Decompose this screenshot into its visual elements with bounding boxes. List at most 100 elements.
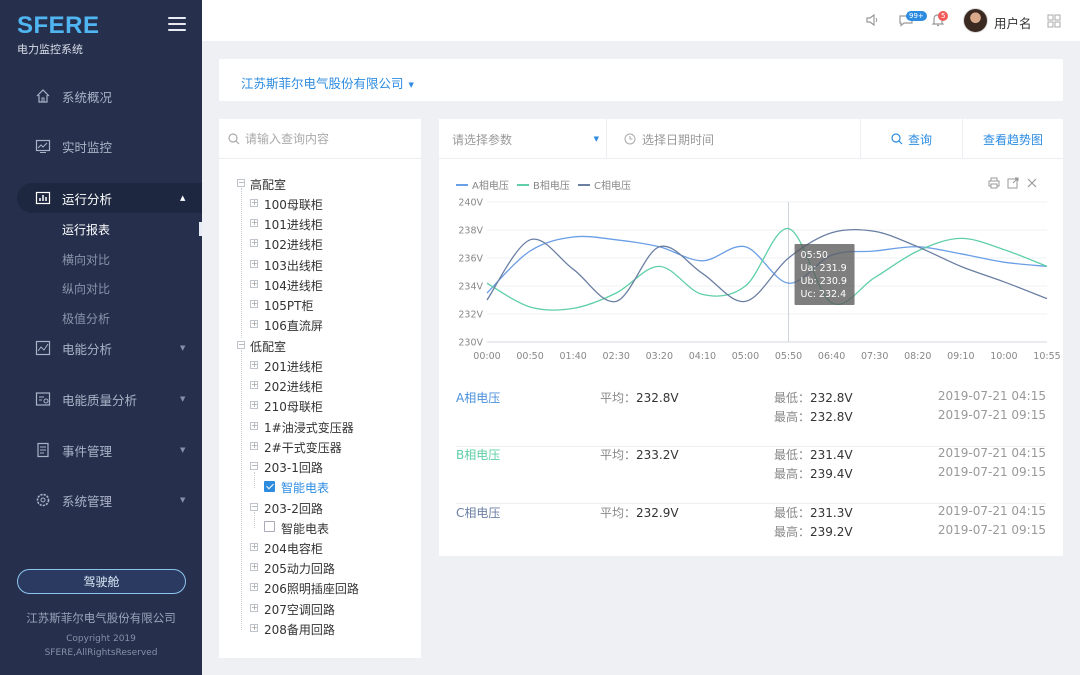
tree-node[interactable]: 210母联柜 [264, 398, 323, 415]
expand-icon[interactable]: + [250, 401, 258, 409]
stat-max: 最高：239.4V [774, 465, 853, 482]
tree-node[interactable]: 102进线柜 [264, 236, 323, 253]
stat-max-time: 2019-07-21 09:15 [937, 523, 1046, 537]
speaker-icon[interactable] [864, 12, 880, 28]
tree-node[interactable]: 103出线柜 [264, 257, 323, 274]
expand-icon[interactable]: + [250, 583, 258, 591]
legend-swatch [517, 183, 529, 186]
nav-item-system[interactable]: 系统管理 ▼ [0, 485, 202, 515]
expand-icon[interactable]: + [250, 422, 258, 430]
menu-toggle-icon[interactable] [168, 17, 186, 31]
tree-node[interactable]: 104进线柜 [264, 277, 323, 294]
stat-value: 239.4V [810, 467, 853, 481]
expand-icon[interactable]: + [250, 239, 258, 247]
expand-icon[interactable]: + [250, 199, 258, 207]
expand-icon[interactable]: + [250, 543, 258, 551]
subnav-horizontal[interactable]: 横向对比 [62, 251, 110, 268]
tree-node[interactable]: 100母联柜 [264, 196, 323, 213]
sidebar: SFERE 电力监控系统 系统概况 实时监控 运行分析 ▲ 运行报表 横向对比 … [0, 0, 202, 675]
expand-icon[interactable]: + [250, 260, 258, 268]
tree-node[interactable]: 203-1回路 [264, 459, 323, 476]
nav-item-realtime[interactable]: 实时监控 [0, 131, 202, 161]
subnav-extremes[interactable]: 极值分析 [62, 310, 110, 327]
nav-item-energy[interactable]: 电能分析 ▼ [0, 333, 202, 363]
tree-node[interactable]: 105PT柜 [264, 297, 313, 314]
collapse-icon[interactable]: − [250, 503, 258, 511]
trend-button[interactable]: 查看趋势图 [963, 119, 1063, 159]
tree-node[interactable]: 106直流屏 [264, 317, 323, 334]
trend-label: 查看趋势图 [982, 132, 1043, 147]
tree-node[interactable]: 203-2回路 [264, 500, 323, 517]
apps-grid-icon[interactable] [1046, 13, 1062, 29]
nav-item-overview[interactable]: 系统概况 [0, 81, 202, 111]
tree-leaf[interactable]: 智能电表 [281, 520, 329, 537]
cockpit-button[interactable]: 驾驶舱 [17, 569, 186, 594]
expand-icon[interactable]: + [250, 361, 258, 369]
tooltip-line: Ub: 230.9 [801, 276, 847, 287]
expand-icon[interactable]: + [250, 219, 258, 227]
close-icon[interactable] [1026, 177, 1038, 189]
x-tick-label: 03:20 [646, 351, 673, 362]
subnav-report[interactable]: 运行报表 [62, 221, 110, 238]
legend-swatch [456, 183, 468, 186]
tree-node[interactable]: 208备用回路 [264, 621, 335, 638]
stat-value: 232.8V [810, 410, 853, 424]
param-select[interactable]: 请选择参数 ▼ [439, 119, 607, 159]
avatar[interactable] [963, 8, 988, 33]
tree-node[interactable]: 101进线柜 [264, 216, 323, 233]
expand-icon[interactable]: + [250, 280, 258, 288]
tree-node[interactable]: 207空调回路 [264, 601, 335, 618]
stat-label: 平均： [600, 506, 637, 520]
collapse-icon[interactable]: − [237, 341, 245, 349]
tree-node[interactable]: 201进线柜 [264, 358, 323, 375]
tree-node[interactable]: 205动力回路 [264, 560, 335, 577]
caret-down-icon: ▼ [408, 80, 414, 89]
expand-icon[interactable]: + [250, 300, 258, 308]
x-tick-label: 08:20 [904, 351, 931, 362]
print-icon[interactable] [988, 177, 1000, 189]
expand-icon[interactable]: + [250, 442, 258, 450]
company-selector-label: 江苏斯菲尔电气股份有限公司 [241, 76, 404, 91]
x-tick-label: 07:30 [861, 351, 888, 362]
company-selector[interactable]: 江苏斯菲尔电气股份有限公司 ▼ [241, 73, 414, 92]
x-tick-label: 05:00 [732, 351, 759, 362]
stat-label: 平均： [600, 448, 637, 462]
tree-search-input[interactable] [245, 129, 415, 149]
nav-item-events[interactable]: 事件管理 ▼ [0, 435, 202, 465]
export-icon[interactable] [1007, 177, 1019, 189]
nav-label: 实时监控 [62, 139, 113, 155]
expand-icon[interactable]: + [250, 604, 258, 612]
voltage-line-chart[interactable]: 240V 238V 236V 234V 232V 230V 00:00 00:50 01:40 0… [439, 190, 1063, 365]
search-icon [228, 133, 240, 145]
x-tick-label: 10:55 [1033, 351, 1060, 362]
date-picker[interactable]: 选择日期时间 [607, 119, 861, 159]
caret-down-icon: ▼ [180, 446, 186, 454]
subnav-vertical[interactable]: 纵向对比 [62, 280, 110, 297]
tree-node[interactable]: 1#油浸式变压器 [264, 419, 354, 436]
username[interactable]: 用户名 [994, 13, 1032, 32]
expand-icon[interactable]: + [250, 320, 258, 328]
checkbox-smart-meter-2[interactable] [264, 521, 275, 532]
collapse-icon[interactable]: − [237, 179, 245, 187]
tree-line [254, 512, 255, 528]
tree-node[interactable]: 206照明插座回路 [264, 580, 359, 597]
tree-leaf-selected[interactable]: 智能电表 [281, 479, 329, 496]
query-button[interactable]: 查询 [861, 119, 963, 159]
tree-node[interactable]: 204电容柜 [264, 540, 323, 557]
expand-icon[interactable]: + [250, 624, 258, 632]
collapse-icon[interactable]: − [250, 462, 258, 470]
checkbox-smart-meter-1[interactable] [264, 481, 275, 492]
tree-node-group[interactable]: 低配室 [250, 338, 286, 355]
tooltip-line: Ua: 231.9 [801, 263, 847, 274]
tree-node[interactable]: 202进线柜 [264, 378, 323, 395]
tree-node[interactable]: 2#干式变压器 [264, 439, 342, 456]
footer-company: 江苏斯菲尔电气股份有限公司 [26, 611, 176, 625]
x-tick-label: 10:00 [990, 351, 1017, 362]
nav-item-quality[interactable]: 电能质量分析 ▼ [0, 384, 202, 414]
expand-icon[interactable]: + [250, 381, 258, 389]
nav-item-analysis[interactable]: 运行分析 ▲ [17, 183, 202, 213]
expand-icon[interactable]: + [250, 563, 258, 571]
nav-label: 电能分析 [62, 341, 113, 357]
tree-line [241, 188, 242, 338]
tree-node-group[interactable]: 高配室 [250, 176, 286, 193]
